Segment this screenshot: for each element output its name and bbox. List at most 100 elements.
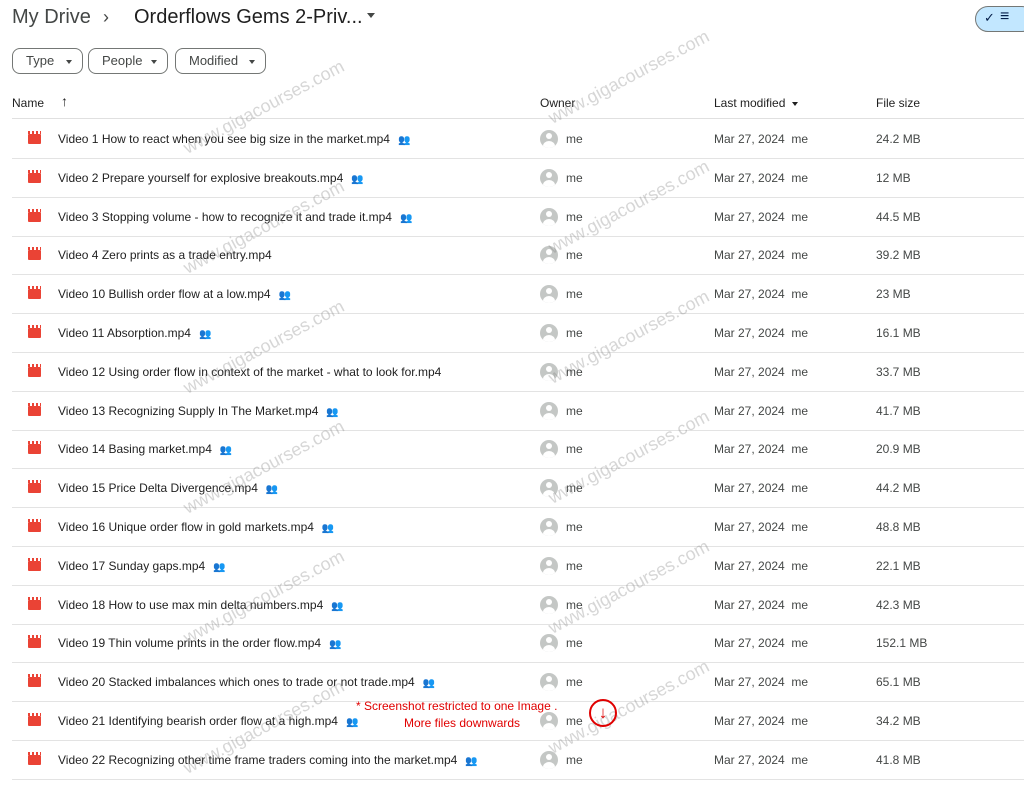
chevron-down-icon <box>249 60 255 64</box>
file-name-text: Video 2 Prepare yourself for explosive b… <box>58 170 344 185</box>
chevron-down-icon <box>151 60 157 64</box>
file-name[interactable]: Video 11 Absorption.mp4 👥 <box>58 326 211 340</box>
file-name-text: Video 20 Stacked imbalances which ones t… <box>58 675 415 690</box>
video-file-icon <box>28 674 41 688</box>
file-name[interactable]: Video 17 Sunday gaps.mp4 👥 <box>58 559 226 573</box>
video-file-icon <box>28 402 41 416</box>
video-file-icon <box>28 713 41 726</box>
file-row[interactable]: Video 22 Recognizing other time frame tr… <box>12 741 1024 780</box>
sort-direction-icon[interactable] <box>792 102 798 106</box>
file-name[interactable]: Video 4 Zero prints as a trade entry.mp4 <box>58 248 272 262</box>
owner-avatar-icon <box>540 634 558 653</box>
file-name[interactable]: Video 14 Basing market.mp4 👥 <box>58 442 232 456</box>
breadcrumb-current-folder[interactable]: Orderflows Gems 2-Priv... <box>134 6 363 29</box>
file-name[interactable]: Video 16 Unique order flow in gold marke… <box>58 520 334 534</box>
file-row[interactable]: Video 13 Recognizing Supply In The Marke… <box>12 392 1024 431</box>
file-name[interactable]: Video 12 Using order flow in context of … <box>58 365 441 379</box>
filter-type-chip[interactable]: Type <box>12 48 83 74</box>
file-row[interactable]: Video 19 Thin volume prints in the order… <box>12 624 1024 664</box>
owner-avatar-icon <box>540 130 558 148</box>
file-row[interactable]: Video 12 Using order flow in context of … <box>12 353 1024 392</box>
owner-text: me <box>566 442 583 457</box>
view-toggle-button[interactable]: ✓ ≡ <box>975 6 1024 32</box>
video-file-icon <box>28 635 41 649</box>
shared-people-icon: 👥 <box>278 290 292 302</box>
breadcrumb-separator-icon: › <box>103 7 109 27</box>
last-modified-text: Mar 27, 2024 me <box>714 714 809 728</box>
owner-avatar-icon <box>540 518 558 536</box>
file-name[interactable]: Video 15 Price Delta Divergence.mp4 👥 <box>58 481 278 495</box>
top-bar: My Drive › Orderflows Gems 2-Priv... ✓ ≡ <box>0 0 1024 40</box>
file-row[interactable]: Video 11 Absorption.mp4 👥 me Mar 27, 2024 m… <box>12 314 1024 353</box>
last-modified-text: Mar 27, 2024 me <box>714 287 809 302</box>
file-name-text: Video 4 Zero prints as a trade entry.mp4 <box>58 248 272 263</box>
last-modified-text: Mar 27, 2024 me <box>714 170 809 185</box>
shared-people-icon: 👥 <box>397 135 411 146</box>
video-file-icon <box>28 286 41 300</box>
list-view-icon: ≡ <box>1000 8 1010 25</box>
sort-arrow-icon[interactable]: ↑ <box>61 93 68 109</box>
filter-people-chip[interactable]: People <box>88 48 168 74</box>
filter-modified-label: Modified <box>189 53 239 68</box>
file-row[interactable]: Video 20 Stacked imbalances which ones t… <box>12 663 1024 703</box>
file-name-text: Video 10 Bullish order flow at a low.mp4 <box>58 287 271 302</box>
file-row[interactable]: Video 16 Unique order flow in gold marke… <box>12 508 1024 547</box>
file-name[interactable]: Video 20 Stacked imbalances which ones t… <box>58 675 435 689</box>
file-size-text: 24.2 MB <box>876 132 921 146</box>
breadcrumb-my-drive[interactable]: My Drive <box>12 6 91 29</box>
file-name-text: Video 11 Absorption.mp4 <box>58 326 191 340</box>
file-name-text: Video 1 How to react when you see big si… <box>58 132 390 146</box>
file-row[interactable]: Video 18 How to use max min delta number… <box>12 586 1024 625</box>
file-row[interactable]: Video 14 Basing market.mp4 👥 me Mar 27, 202… <box>12 430 1024 470</box>
shared-people-icon: 👥 <box>351 173 364 185</box>
shared-people-icon: 👥 <box>219 445 233 457</box>
file-row[interactable]: Video 17 Sunday gaps.mp4 👥 me Mar 27, 2024 … <box>12 547 1024 586</box>
file-row[interactable]: Video 2 Prepare yourself for explosive b… <box>12 159 1024 198</box>
last-modified-text: Mar 27, 2024 me <box>714 403 809 418</box>
filter-type-label: Type <box>26 53 55 68</box>
file-name[interactable]: Video 10 Bullish order flow at a low.mp4… <box>58 287 291 301</box>
file-name[interactable]: Video 3 Stopping volume - how to recogni… <box>58 210 412 224</box>
check-icon: ✓ <box>984 10 995 25</box>
column-header-name[interactable]: Name <box>12 96 44 110</box>
file-row[interactable]: Video 4 Zero prints as a trade entry.mp4… <box>12 236 1024 276</box>
file-name[interactable]: Video 21 Identifying bearish order flow … <box>58 714 358 728</box>
shared-people-icon: 👥 <box>265 484 279 496</box>
file-size-text: 152.1 MB <box>876 636 928 651</box>
last-modified-text: Mar 27, 2024 me <box>714 132 809 146</box>
file-name[interactable]: Video 1 How to react when you see big si… <box>58 132 410 146</box>
column-header-last-modified[interactable]: Last modified <box>714 96 785 110</box>
owner-text: me <box>566 326 583 340</box>
file-row[interactable]: Video 15 Price Delta Divergence.mp4 👥 me Ma… <box>12 469 1024 509</box>
column-header-file-size: File size <box>876 96 921 110</box>
file-name[interactable]: Video 18 How to use max min delta number… <box>58 598 344 612</box>
file-row[interactable]: Video 3 Stopping volume - how to recogni… <box>12 198 1024 237</box>
video-file-icon <box>28 131 41 144</box>
folder-menu-caret-icon[interactable] <box>367 13 375 18</box>
file-name-text: Video 18 How to use max min delta number… <box>58 597 324 612</box>
file-row[interactable]: Video 1 How to react when you see big si… <box>12 120 1024 159</box>
filter-people-label: People <box>102 53 143 68</box>
file-name-text: Video 3 Stopping volume - how to recogni… <box>58 209 392 224</box>
filter-modified-chip[interactable]: Modified <box>175 48 266 74</box>
file-name-text: Video 21 Identifying bearish order flow … <box>58 714 338 728</box>
owner-avatar-icon <box>540 750 558 769</box>
file-name-text: Video 14 Basing market.mp4 <box>58 442 212 457</box>
file-name[interactable]: Video 13 Recognizing Supply In The Marke… <box>58 404 339 418</box>
owner-text: me <box>566 248 583 263</box>
video-file-icon <box>28 751 41 765</box>
column-header-owner: Owner <box>540 96 576 110</box>
file-name[interactable]: Video 19 Thin volume prints in the order… <box>58 636 342 650</box>
owner-avatar-icon <box>540 401 558 420</box>
file-name[interactable]: Video 22 Recognizing other time frame tr… <box>58 753 478 767</box>
owner-avatar-icon <box>540 285 558 304</box>
owner-text: me <box>566 558 583 573</box>
owner-text: me <box>566 752 583 767</box>
last-modified-text: Mar 27, 2024 me <box>714 326 809 340</box>
file-size-text: 20.9 MB <box>876 442 921 457</box>
owner-avatar-icon <box>540 556 558 575</box>
last-modified-text: Mar 27, 2024 me <box>714 442 809 457</box>
file-row[interactable]: Video 10 Bullish order flow at a low.mp4… <box>12 275 1024 315</box>
file-name[interactable]: Video 2 Prepare yourself for explosive b… <box>58 171 364 185</box>
last-modified-text: Mar 27, 2024 me <box>714 364 809 379</box>
